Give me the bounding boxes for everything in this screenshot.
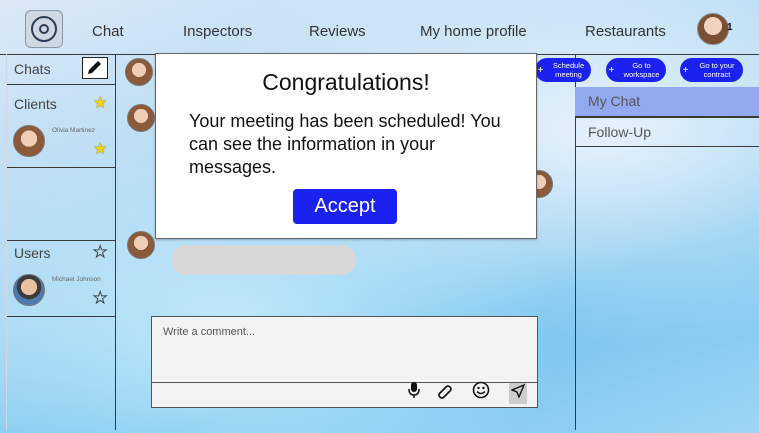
schedule-meeting-button[interactable]: + Schedule meeting [535,58,591,82]
plus-icon: + [608,64,615,76]
clients-label: Clients [14,96,57,112]
user-name[interactable]: Michael Johnson [52,276,101,283]
edit-icon[interactable] [82,57,108,79]
modal-title: Congratulations! [262,69,430,95]
profile-avatar[interactable] [697,13,729,45]
tab-follow-up[interactable]: Follow-Up [575,117,759,147]
send-icon[interactable] [509,383,527,404]
logo-icon[interactable] [25,10,63,48]
notification-badge: 1 [727,22,733,33]
microphone-icon[interactable] [407,381,421,404]
accept-button[interactable]: Accept [293,189,397,224]
attachment-icon[interactable] [437,383,453,404]
go-to-contract-button[interactable]: + Go to your contract [680,58,743,82]
clients-empty-area [7,168,115,241]
comment-composer: Write a comment... [151,316,538,408]
nav-inspectors[interactable]: Inspectors [183,23,252,40]
confirmation-modal: Congratulations! Your meeting has been s… [155,53,537,239]
composer-toolbar [152,381,537,407]
nav-my-home-profile[interactable]: My home profile [420,23,527,40]
users-label: Users [14,245,51,261]
client-avatar[interactable] [13,125,45,157]
right-panel: My Chat Follow-Up [575,87,759,430]
user-avatar[interactable] [13,274,45,306]
modal-message: Your meeting has been scheduled! You can… [189,111,501,177]
clients-section: Clients ★ Olivia Martinez ★ [7,85,115,168]
go-to-workspace-button[interactable]: + Go to workspace [606,58,666,82]
nav-reviews[interactable]: Reviews [309,23,366,40]
left-panel: Chats Clients ★ Olivia Martinez ★ Users … [6,54,116,430]
nav-chat[interactable]: Chat [92,23,124,40]
client-name[interactable]: Olivia Martinez [52,127,95,134]
message-avatar [127,104,155,132]
chats-section: Chats [7,54,115,85]
emoji-icon[interactable] [472,381,490,404]
star-icon[interactable]: ★ [92,288,107,308]
message-avatar [125,58,153,86]
message-avatar [127,231,155,259]
star-icon[interactable]: ★ [92,242,107,262]
chats-label: Chats [14,61,51,77]
star-icon[interactable]: ★ [93,139,107,159]
nav-restaurants[interactable]: Restaurants [585,23,666,40]
plus-icon: + [682,64,689,76]
tab-my-chat[interactable]: My Chat [575,87,759,117]
users-section: Users ★ Michael Johnson ★ [7,241,115,317]
top-nav: Chat Inspectors Reviews My home profile … [0,0,759,55]
star-icon[interactable]: ★ [93,93,107,113]
comment-input[interactable]: Write a comment... [163,326,255,338]
message-bubble [171,245,356,275]
